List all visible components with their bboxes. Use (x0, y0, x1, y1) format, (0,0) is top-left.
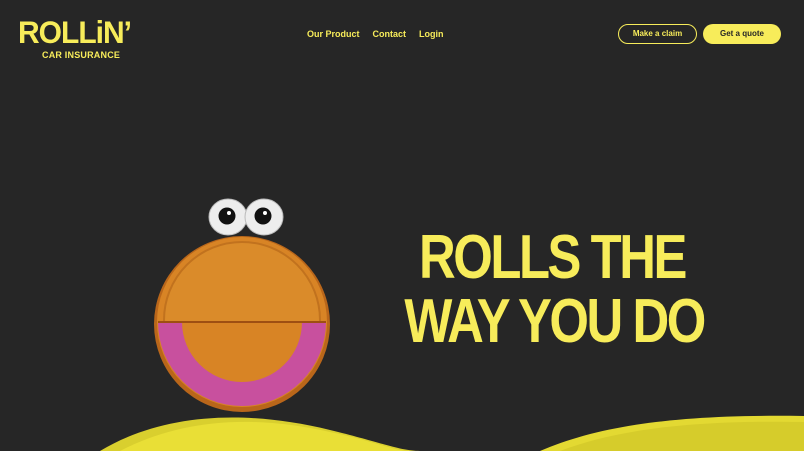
get-quote-button[interactable]: Get a quote (703, 24, 781, 44)
main-nav: Our Product Contact Login (307, 28, 444, 40)
nav-our-product[interactable]: Our Product (307, 28, 360, 40)
hero-line-1: ROLLS THE (419, 223, 687, 292)
site-header: ROLLiN’ CAR INSURANCE Our Product Contac… (0, 0, 804, 70)
brand-logo[interactable]: ROLLiN’ CAR INSURANCE (18, 15, 132, 62)
hero-headline: ROLLS THE WAY YOU DO (404, 223, 706, 356)
ground-hills (0, 415, 804, 451)
nav-login[interactable]: Login (419, 28, 444, 40)
brand-tagline: CAR INSURANCE (42, 50, 121, 60)
nav-contact[interactable]: Contact (373, 28, 407, 40)
make-claim-button[interactable]: Make a claim (618, 24, 697, 44)
mascot-eyes (208, 198, 284, 236)
brand-name: ROLLiN’ (18, 15, 132, 51)
hero-line-2: WAY YOU DO (404, 287, 706, 356)
